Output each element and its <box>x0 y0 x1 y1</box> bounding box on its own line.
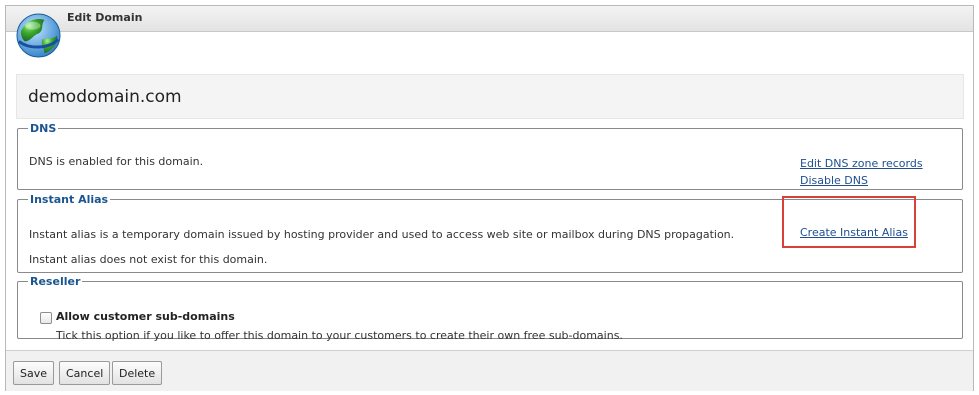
domain-name-box: demodomain.com <box>16 74 964 119</box>
globe-icon <box>16 13 61 58</box>
highlight-box <box>782 196 916 248</box>
dns-section: DNS DNS is enabled for this domain. Edit… <box>17 122 963 190</box>
domain-name: demodomain.com <box>28 87 182 107</box>
dns-status-text: DNS is enabled for this domain. <box>29 155 204 168</box>
allow-subdomains-hint: Tick this option if you like to offer th… <box>56 329 623 342</box>
cancel-button[interactable]: Cancel <box>59 361 111 385</box>
panel-title: Edit Domain <box>67 11 143 24</box>
action-bar: Save Cancel Delete <box>6 350 973 391</box>
panel-header: Edit Domain <box>6 6 973 32</box>
edit-dns-zone-link[interactable]: Edit DNS zone records <box>800 157 923 170</box>
reseller-legend: Reseller <box>30 275 81 288</box>
allow-subdomains-checkbox[interactable] <box>40 312 52 324</box>
edit-domain-panel: Edit Domain demodomain.com DNS DNS is en… <box>5 5 974 391</box>
instant-alias-status-text: Instant alias does not exist for this do… <box>29 253 268 266</box>
save-button[interactable]: Save <box>13 361 55 385</box>
disable-dns-link[interactable]: Disable DNS <box>800 174 868 187</box>
allow-subdomains-label[interactable]: Allow customer sub-domains <box>56 310 235 323</box>
instant-alias-description: Instant alias is a temporary domain issu… <box>29 228 735 241</box>
instant-alias-legend: Instant Alias <box>30 193 109 206</box>
delete-button[interactable]: Delete <box>112 361 163 385</box>
reseller-section: Reseller Allow customer sub-domains Tick… <box>17 275 963 342</box>
dns-legend: DNS <box>30 122 57 135</box>
